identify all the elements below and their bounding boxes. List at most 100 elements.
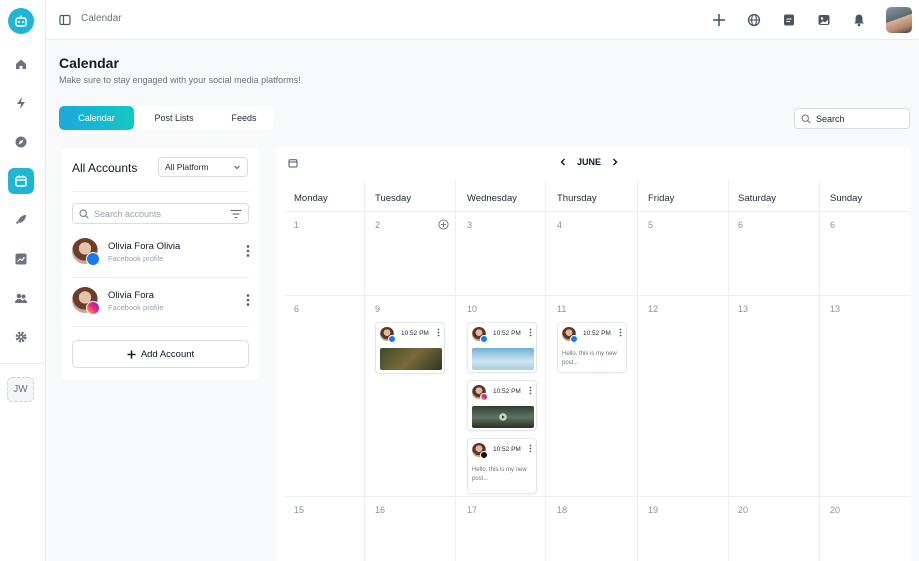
post-text: Hello, this is my new post... [562,351,617,366]
add-account-button[interactable]: Add Account [72,340,249,368]
more-vertical-icon[interactable] [619,328,622,337]
lightning-icon[interactable] [8,90,34,116]
date-number[interactable]: 13 [738,304,748,314]
scheduled-post-card[interactable]: 10:52 PM [467,322,537,373]
account-name: Olivia Fora [108,290,154,301]
date-number[interactable]: 11 [557,304,566,314]
bell-icon[interactable] [850,11,868,29]
date-number[interactable]: 20 [738,505,748,515]
image-icon[interactable] [815,11,833,29]
sidebar-divider [0,363,46,364]
add-account-label: Add Account [140,348,195,360]
workspace-initials[interactable]: JW [7,377,34,402]
scheduled-post-card[interactable]: 10:52 PM Hello, this is my new post... [467,438,537,494]
day-header: Wednesday [467,193,517,204]
date-number[interactable]: 6 [738,220,743,230]
more-vertical-icon[interactable] [437,328,440,337]
day-header: Friday [648,193,675,204]
post-time: 10:52 PM [493,388,521,395]
post-time: 10:52 PM [583,330,611,337]
analytics-icon[interactable] [8,246,34,272]
calendar-grid: Monday Tuesday Wednesday Thursday Friday… [285,181,910,561]
tab-feeds[interactable]: Feeds [214,106,274,130]
date-number[interactable]: 3 [467,220,472,230]
date-number[interactable]: 6 [830,220,835,230]
accounts-search-input[interactable]: Search accounts [72,203,249,224]
date-number[interactable]: 10 [467,304,477,314]
date-number[interactable]: 1 [294,220,299,230]
chevron-down-icon [234,165,240,170]
date-number[interactable]: 4 [557,220,562,230]
sidebar: JW [0,0,46,561]
date-number[interactable]: 17 [467,505,477,515]
account-type: Facebook profile [108,254,164,263]
day-header: Thursday [557,193,597,204]
tab-post-lists[interactable]: Post Lists [134,106,214,130]
day-header: Saturday [738,193,777,204]
page-subtitle: Make sure to stay engaged with your soci… [59,75,301,85]
user-avatar[interactable] [886,7,912,33]
more-vertical-icon[interactable] [246,293,250,307]
account-item[interactable]: Olivia Fora Olivia Facebook profile [72,238,250,268]
users-icon[interactable] [8,285,34,311]
compass-icon[interactable] [8,129,34,155]
filter-icon[interactable] [230,209,242,219]
date-number[interactable]: 19 [648,505,658,515]
post-image [472,348,534,370]
scheduled-post-card[interactable]: 10:52 PM Hello, this is my new post... [557,322,627,373]
date-number[interactable]: 15 [294,505,304,515]
top-bar: Calendar [46,0,919,40]
search-input[interactable]: Search [794,108,910,129]
post-image [380,348,442,370]
sidebar-toggle-icon[interactable] [59,13,71,31]
add-post-icon[interactable] [438,219,449,230]
more-vertical-icon[interactable] [246,244,250,258]
gear-icon[interactable] [8,324,34,350]
accounts-heading: All Accounts [72,161,138,175]
date-number[interactable]: 9 [375,304,380,314]
accounts-panel: All Accounts All Platform Search account… [61,148,260,380]
play-icon[interactable] [499,413,507,421]
calendar-nav-icon[interactable] [8,168,34,194]
post-time: 10:52 PM [401,330,429,337]
date-number[interactable]: 16 [375,505,385,515]
day-header: Sunday [830,193,863,204]
chevron-right-icon[interactable] [611,158,619,166]
account-item[interactable]: Olivia Fora Facebook profile [72,287,250,317]
date-number[interactable]: 2 [375,220,380,230]
date-number[interactable]: 13 [830,304,840,314]
home-icon[interactable] [8,51,34,77]
search-icon [79,208,89,219]
more-vertical-icon[interactable] [529,386,532,395]
plus-icon[interactable] [710,11,728,29]
calendar-icon[interactable] [288,158,298,168]
rocket-icon[interactable] [8,207,34,233]
notes-icon[interactable] [780,11,798,29]
more-vertical-icon[interactable] [529,328,532,337]
breadcrumb: Calendar [81,13,122,24]
platform-select[interactable]: All Platform [158,157,248,177]
search-placeholder: Search [816,113,845,124]
tab-calendar[interactable]: Calendar [59,106,134,130]
divider [72,191,249,192]
divider [72,277,249,278]
divider [72,326,249,327]
search-icon [801,113,811,124]
date-number[interactable]: 18 [557,505,567,515]
date-number[interactable]: 5 [648,220,653,230]
scheduled-post-card[interactable]: 10:52 PM [467,380,537,431]
account-type: Facebook profile [108,303,164,312]
globe-icon[interactable] [745,11,763,29]
date-number[interactable]: 6 [294,304,299,314]
day-header: Tuesday [375,193,412,204]
scheduled-post-card[interactable]: 10:52 PM [375,322,445,374]
view-tabs: Calendar Post Lists Feeds [59,106,274,130]
instagram-icon [86,301,100,315]
robot-logo-icon[interactable] [8,8,34,34]
accounts-search-placeholder: Search accounts [94,208,162,219]
more-vertical-icon[interactable] [529,444,532,453]
date-number[interactable]: 12 [648,304,658,314]
chevron-left-icon[interactable] [559,158,567,166]
date-number[interactable]: 20 [830,505,840,515]
page-title: Calendar [59,55,119,71]
